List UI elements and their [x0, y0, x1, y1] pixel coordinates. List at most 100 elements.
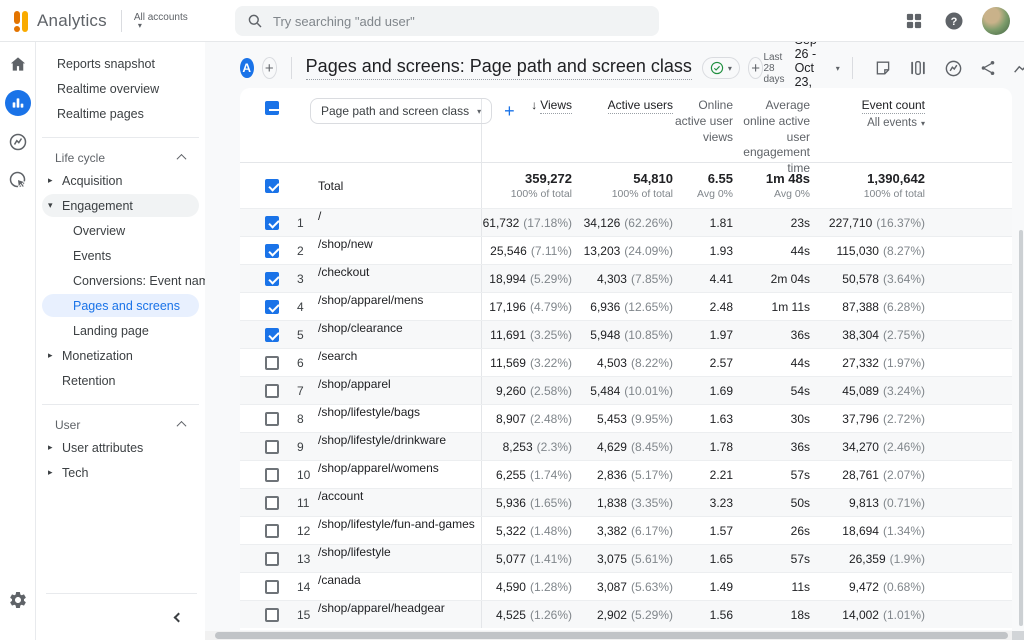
- sidebar-item[interactable]: Realtime overview: [42, 77, 199, 100]
- search-bar[interactable]: [235, 6, 659, 36]
- insights-icon[interactable]: [1010, 55, 1024, 81]
- search-input[interactable]: [273, 14, 647, 29]
- row-rank: 15: [290, 608, 318, 622]
- time-value: 50s: [791, 496, 810, 510]
- row-rank: 4: [290, 300, 318, 314]
- sidebar-item[interactable]: Events: [42, 244, 199, 267]
- users-value: 5,948: [590, 328, 620, 342]
- sidebar-item[interactable]: ▸ Monetization: [42, 344, 199, 367]
- views-pct: (1.26%): [530, 608, 572, 622]
- views-value: 17,196: [489, 300, 526, 314]
- add-comparison-button[interactable]: +: [748, 57, 764, 79]
- row-checkbox[interactable]: [265, 524, 279, 538]
- comparison-icon[interactable]: [905, 55, 931, 81]
- select-all-checkbox[interactable]: [265, 101, 279, 115]
- row-checkbox[interactable]: [265, 384, 279, 398]
- account-switcher[interactable]: All accounts ▾: [134, 12, 188, 29]
- reports-icon[interactable]: [5, 90, 31, 116]
- row-checkbox[interactable]: [265, 412, 279, 426]
- opv-value: 2.21: [710, 468, 733, 482]
- apps-grid-icon[interactable]: [902, 9, 926, 33]
- horizontal-scrollbar-thumb[interactable]: [215, 632, 1008, 639]
- total-checkbox[interactable]: [265, 179, 279, 193]
- collapse-sidebar-button[interactable]: [167, 606, 189, 628]
- explore-circle-icon[interactable]: [940, 55, 966, 81]
- explore-icon[interactable]: [6, 130, 30, 154]
- sidebar-item[interactable]: Reports snapshot: [42, 52, 199, 75]
- sidebar-item[interactable]: User: [42, 404, 199, 434]
- cell-online-views: 3.23: [673, 496, 733, 510]
- cell-event-count: 28,761(2.07%): [810, 468, 925, 482]
- caret-down-icon: ▾: [138, 23, 142, 29]
- views-value: 25,546: [490, 244, 527, 258]
- advertising-icon[interactable]: [6, 168, 30, 192]
- collection-badge[interactable]: A: [240, 58, 254, 78]
- row-checkbox[interactable]: [265, 440, 279, 454]
- cell-active-users: 4,503(8.22%): [572, 356, 673, 370]
- table-row: 9 /shop/lifestyle/drinkware 8,253(2.3%) …: [240, 432, 1012, 460]
- event-filter[interactable]: All events▾: [810, 117, 925, 129]
- help-icon[interactable]: ?: [942, 9, 966, 33]
- sidebar-item[interactable]: ▸ Acquisition: [42, 169, 199, 192]
- cell-avg-engagement: 11s: [733, 580, 810, 594]
- sidebar-item[interactable]: ▾ Engagement: [42, 194, 199, 217]
- column-header-active-users[interactable]: Active users: [572, 98, 673, 112]
- add-report-button[interactable]: +: [262, 57, 278, 79]
- row-checkbox[interactable]: [265, 468, 279, 482]
- cell-avg-engagement: 30s: [733, 412, 810, 426]
- events-pct: (2.46%): [883, 440, 925, 454]
- top-bar: Analytics All accounts ▾ ?: [0, 0, 1024, 42]
- sidebar-item-label: Realtime pages: [57, 107, 144, 121]
- sidebar-item[interactable]: Conversions: Event name: [42, 269, 199, 292]
- users-pct: (12.65%): [624, 300, 673, 314]
- sidebar-item[interactable]: ▸ User attributes: [42, 436, 199, 459]
- row-checkbox[interactable]: [265, 300, 279, 314]
- opv-value: 1.56: [710, 608, 733, 622]
- report-title[interactable]: Pages and screens: Page path and screen …: [306, 56, 692, 80]
- sidebar-item[interactable]: Life cycle: [42, 137, 199, 167]
- users-pct: (24.09%): [624, 244, 673, 258]
- sidebar-item[interactable]: Realtime pages: [42, 102, 199, 125]
- cell-avg-engagement: 36s: [733, 440, 810, 454]
- row-checkbox[interactable]: [265, 272, 279, 286]
- sidebar-item[interactable]: Landing page: [42, 319, 199, 342]
- admin-gear-icon[interactable]: [6, 588, 30, 612]
- row-checkbox[interactable]: [265, 552, 279, 566]
- row-checkbox[interactable]: [265, 608, 279, 622]
- table-row: 15 /shop/apparel/headgear 4,525(1.26%) 2…: [240, 600, 1012, 628]
- note-icon[interactable]: [870, 55, 896, 81]
- column-header-online-views[interactable]: Online active user views: [673, 98, 733, 145]
- horizontal-scrollbar[interactable]: [205, 631, 1024, 640]
- opv-value: 1.49: [710, 580, 733, 594]
- row-checkbox[interactable]: [265, 216, 279, 230]
- vertical-scrollbar[interactable]: [1019, 230, 1023, 626]
- row-checkbox[interactable]: [265, 356, 279, 370]
- views-pct: (1.74%): [530, 468, 572, 482]
- sidebar-item[interactable]: Pages and screens: [42, 294, 199, 317]
- home-icon[interactable]: [6, 52, 30, 76]
- analytics-logo-icon[interactable]: [14, 10, 28, 32]
- row-checkbox[interactable]: [265, 244, 279, 258]
- users-value: 4,629: [597, 440, 627, 454]
- sidebar-item[interactable]: Retention: [42, 369, 199, 392]
- cell-avg-engagement: 1m 11s: [733, 300, 810, 314]
- row-checkbox[interactable]: [265, 496, 279, 510]
- report-status-button[interactable]: ▾: [702, 57, 740, 79]
- row-checkbox[interactable]: [265, 328, 279, 342]
- report-header: A + Pages and screens: Page path and scr…: [240, 50, 1024, 86]
- row-checkbox[interactable]: [265, 580, 279, 594]
- column-header-event-count[interactable]: Event count All events▾: [810, 98, 925, 129]
- events-pct: (3.24%): [883, 384, 925, 398]
- sidebar-item[interactable]: Overview: [42, 219, 199, 242]
- caret-down-icon: ▾: [477, 107, 481, 116]
- cell-event-count: 9,813(0.71%): [810, 496, 925, 510]
- column-header-avg-engagement[interactable]: Average online active user engagement ti…: [733, 98, 810, 177]
- sidebar-item[interactable]: ▸ Tech: [42, 461, 199, 484]
- dimension-selector[interactable]: Page path and screen class ▾: [310, 98, 492, 124]
- column-header-views[interactable]: ↓Views: [482, 98, 572, 112]
- users-pct: (10.85%): [624, 328, 673, 342]
- row-rank: 9: [290, 440, 318, 454]
- share-icon[interactable]: [975, 55, 1001, 81]
- avatar[interactable]: [982, 7, 1010, 35]
- row-rank: 5: [290, 328, 318, 342]
